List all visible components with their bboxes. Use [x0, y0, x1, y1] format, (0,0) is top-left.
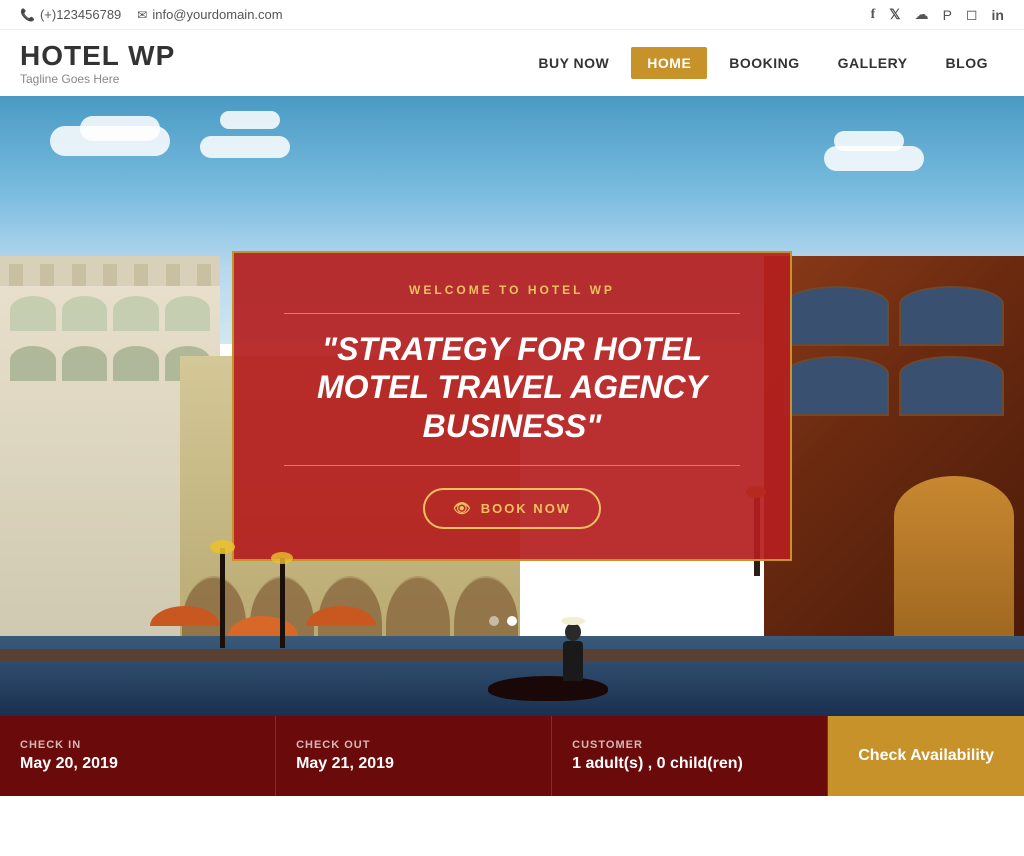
- umbrella-area: [150, 591, 376, 636]
- instagram-link[interactable]: ◻: [966, 6, 978, 23]
- checkin-value: May 20, 2019: [20, 755, 255, 773]
- slider-dots: [489, 616, 535, 626]
- booking-bar: CHECK IN May 20, 2019 CHECK OUT May 21, …: [0, 716, 1024, 796]
- phone-number: (+)123456789: [40, 7, 121, 22]
- site-logo: HOTEL WP Tagline Goes Here: [20, 40, 175, 86]
- checkin-field[interactable]: CHECK IN May 20, 2019: [0, 716, 276, 796]
- social-links: f 𝕏 ☁ P ◻ in: [871, 6, 1004, 23]
- hero-divider-top: [284, 313, 740, 314]
- hero-subtitle: WELCOME TO HOTEL WP: [284, 283, 740, 297]
- phone-info: 📞 (+)123456789: [20, 7, 121, 22]
- nav-blog[interactable]: BLOG: [930, 47, 1004, 79]
- site-header: HOTEL WP Tagline Goes Here BUY NOW HOME …: [0, 30, 1024, 96]
- email-icon: ✉: [137, 8, 147, 22]
- hero-title: "STRATEGY FOR HOTEL MOTEL TRAVEL AGENCY …: [284, 330, 740, 445]
- nav-buy-now[interactable]: BUY NOW: [522, 47, 625, 79]
- skype-link[interactable]: ☁: [915, 6, 929, 23]
- logo-tagline: Tagline Goes Here: [20, 72, 175, 86]
- checkout-field[interactable]: CHECK OUT May 21, 2019: [276, 716, 552, 796]
- top-bar: 📞 (+)123456789 ✉ info@yourdomain.com f 𝕏…: [0, 0, 1024, 30]
- nav-gallery[interactable]: GALLERY: [822, 47, 924, 79]
- eye-icon: 👁: [453, 500, 473, 517]
- nav-booking[interactable]: BOOKING: [713, 47, 815, 79]
- pinterest-link[interactable]: P: [943, 7, 952, 23]
- dot-3[interactable]: [525, 616, 535, 626]
- twitter-link[interactable]: 𝕏: [889, 6, 900, 23]
- book-now-button[interactable]: 👁 BOOK NOW: [423, 488, 601, 529]
- checkout-value: May 21, 2019: [296, 755, 531, 773]
- hero-divider-bottom: [284, 465, 740, 466]
- top-bar-contact: 📞 (+)123456789 ✉ info@yourdomain.com: [20, 7, 283, 22]
- email-address: info@yourdomain.com: [152, 7, 282, 22]
- customer-field[interactable]: CUSTOMER 1 adult(s) , 0 child(ren): [552, 716, 828, 796]
- linkedin-link[interactable]: in: [992, 7, 1004, 23]
- dot-2[interactable]: [507, 616, 517, 626]
- book-now-label: BOOK NOW: [481, 501, 571, 516]
- lamp-left-1: [220, 548, 225, 648]
- checkout-label: CHECK OUT: [296, 739, 531, 751]
- customer-label: CUSTOMER: [572, 739, 807, 751]
- hero-section: WELCOME TO HOTEL WP "STRATEGY FOR HOTEL …: [0, 96, 1024, 716]
- phone-icon: 📞: [20, 8, 35, 22]
- checkin-label: CHECK IN: [20, 739, 255, 751]
- dot-1[interactable]: [489, 616, 499, 626]
- nav-home[interactable]: HOME: [631, 47, 707, 79]
- lamp-left-2: [280, 558, 285, 648]
- check-availability-button[interactable]: Check Availability: [828, 716, 1024, 796]
- facebook-link[interactable]: f: [871, 7, 876, 23]
- customer-value: 1 adult(s) , 0 child(ren): [572, 755, 807, 773]
- hero-card: WELCOME TO HOTEL WP "STRATEGY FOR HOTEL …: [232, 251, 792, 561]
- logo-title: HOTEL WP: [20, 40, 175, 72]
- email-info: ✉ info@yourdomain.com: [137, 7, 282, 22]
- main-nav: BUY NOW HOME BOOKING GALLERY BLOG: [522, 47, 1004, 79]
